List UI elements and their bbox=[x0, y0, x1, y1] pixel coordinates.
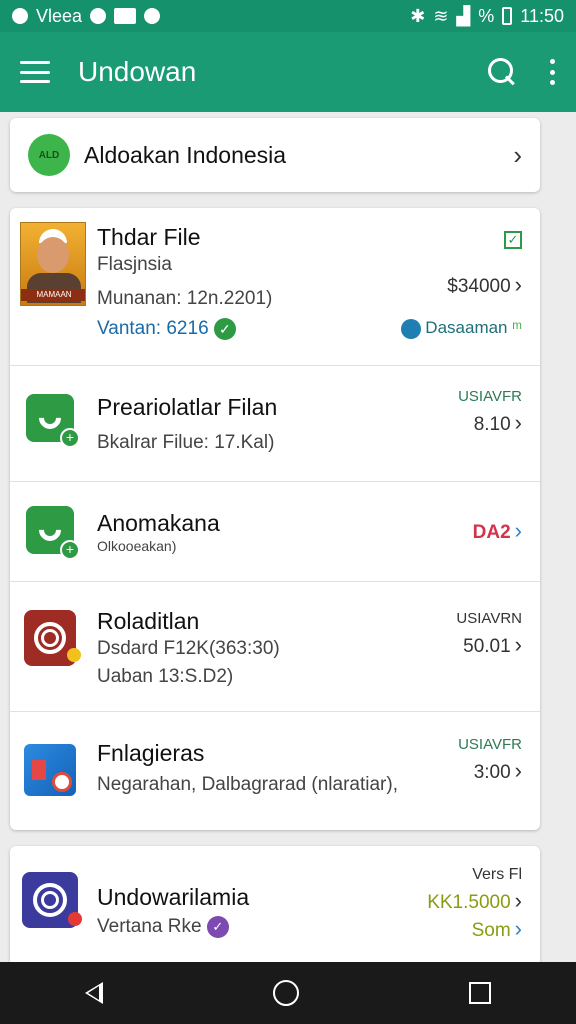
chevron-right-icon: › bbox=[514, 272, 522, 297]
chevron-right-icon: › bbox=[514, 916, 522, 941]
item-price: 3:00 › bbox=[474, 758, 522, 784]
item-title: Fnlagieras bbox=[97, 740, 205, 766]
item-subtitle: Vertana Rke ✓ bbox=[97, 916, 229, 938]
item-price: DA2 › bbox=[473, 518, 522, 544]
item-tag: Dasaaman ᵐ bbox=[400, 318, 522, 339]
camera-app-icon bbox=[24, 610, 81, 666]
item-price-label: USIAVRN bbox=[456, 610, 522, 627]
item-price-text: 3:00 bbox=[473, 762, 511, 783]
media-app-icon bbox=[24, 744, 76, 796]
list-item[interactable]: + Preariolatlar Filan Bkalrar Filue: 17.… bbox=[10, 366, 540, 482]
item-subtitle: Flasjnsia bbox=[97, 254, 172, 275]
navigation-bar bbox=[0, 962, 576, 1024]
tag-icon bbox=[400, 318, 421, 339]
item-tag: Som › bbox=[472, 916, 522, 942]
wifi-icon: ≋ bbox=[433, 5, 449, 26]
phone-app-icon: + bbox=[26, 394, 80, 448]
item-version: Vantan: 6216 ✓ bbox=[97, 318, 236, 340]
item-price-label: USIAVFR bbox=[458, 736, 522, 753]
item-title: Thdar File bbox=[97, 224, 201, 250]
item-title: Roladitlan bbox=[97, 608, 200, 634]
item-subtitle: Bkalrar Filue: 17.Kal) bbox=[97, 432, 275, 453]
item-price: KK1.5000 › bbox=[427, 888, 522, 914]
verified-icon: ✓ bbox=[206, 916, 229, 938]
list-item[interactable]: MAMAAN Thdar File Flasjnsia Munanan: 12n… bbox=[10, 208, 540, 366]
item-version-text: Vantan: 6216 bbox=[97, 318, 209, 340]
notification-icon bbox=[12, 8, 28, 24]
chevron-right-icon: › bbox=[514, 410, 522, 435]
item-title: Undowarilamia bbox=[97, 884, 250, 910]
item-subtitle: Olkooeakan) bbox=[97, 538, 177, 554]
item-meta: Uaban 13:S.D2) bbox=[97, 666, 234, 687]
menu-icon[interactable] bbox=[20, 61, 50, 83]
messenger-icon bbox=[144, 8, 161, 24]
home-icon[interactable] bbox=[273, 980, 299, 1006]
list-item[interactable]: Fnlagieras Negarahan, Dalbagrarad (nlara… bbox=[10, 712, 540, 830]
item-title: Anomakana bbox=[97, 510, 220, 536]
chevron-right-icon: › bbox=[514, 888, 522, 913]
image-notification-icon bbox=[114, 8, 137, 24]
chevron-right-icon: › bbox=[514, 518, 522, 543]
item-price-text: 50.01 bbox=[463, 636, 511, 657]
item-meta: Munanan: 12n.2201) bbox=[97, 288, 273, 309]
item-price: 50.01 › bbox=[463, 632, 522, 658]
chevron-right-icon: › bbox=[514, 632, 522, 657]
checkbox-icon[interactable]: ✓ bbox=[504, 231, 522, 249]
item-price-text: $34000 bbox=[447, 276, 511, 297]
sync-icon bbox=[90, 8, 107, 24]
recent-apps-icon[interactable] bbox=[469, 982, 491, 1004]
phone-app-icon: + bbox=[26, 506, 80, 560]
search-icon[interactable] bbox=[486, 56, 518, 88]
more-vert-icon[interactable] bbox=[548, 59, 556, 85]
bluetooth-icon: ✱ bbox=[410, 5, 426, 26]
item-price-text: 8.10 bbox=[473, 414, 511, 435]
avatar-thumbnail: MAMAAN bbox=[20, 222, 86, 306]
chevron-right-icon: › bbox=[513, 139, 522, 170]
chevron-right-icon: › bbox=[514, 758, 522, 783]
app-bar: Undowan bbox=[0, 32, 576, 112]
app-list: MAMAAN Thdar File Flasjnsia Munanan: 12n… bbox=[10, 208, 540, 830]
signal-icon: ▟ bbox=[456, 5, 471, 26]
category-header-card[interactable]: ALD Aldoakan Indonesia › bbox=[10, 118, 540, 192]
list-item[interactable]: + Anomakana Olkooeakan) DA2 › bbox=[10, 482, 540, 582]
checkbox-wrap[interactable]: ✓ bbox=[504, 228, 522, 250]
thumbnail-label: MAMAAN bbox=[21, 289, 85, 301]
battery-percent: % bbox=[478, 5, 495, 26]
item-price: $34000 › bbox=[447, 272, 522, 298]
item-tag-text: Som bbox=[471, 920, 511, 941]
item-subtitle-text: Vertana Rke bbox=[97, 916, 202, 938]
camera-app-icon bbox=[22, 872, 82, 928]
clock: 11:50 bbox=[520, 5, 564, 26]
carrier-label: Vleea bbox=[36, 5, 83, 26]
item-price-label: USIAVFR bbox=[458, 388, 522, 405]
item-title: Preariolatlar Filan bbox=[97, 394, 278, 420]
app-title: Undowan bbox=[78, 56, 197, 87]
status-bar: Vleea ✱ ≋ ▟ % 11:50 bbox=[0, 0, 576, 32]
tag-suffix-icon: ᵐ bbox=[512, 318, 522, 337]
verified-icon: ✓ bbox=[213, 318, 236, 340]
featured-item-card[interactable]: Undowarilamia Vertana Rke ✓ Vers Fl KK1.… bbox=[10, 846, 540, 966]
battery-icon bbox=[502, 7, 513, 25]
item-price-label: Vers Fl bbox=[472, 866, 522, 883]
item-subtitle: Negarahan, Dalbagrarad (nlaratiar), bbox=[97, 774, 398, 795]
category-title: Aldoakan Indonesia bbox=[84, 141, 287, 168]
item-price-text: DA2 bbox=[472, 522, 511, 543]
back-icon[interactable] bbox=[85, 982, 103, 1004]
item-price-text: KK1.5000 bbox=[427, 892, 511, 913]
item-tag-text: Dasaaman bbox=[425, 318, 508, 337]
list-item[interactable]: Roladitlan Dsdard F12K(363:30) Uaban 13:… bbox=[10, 582, 540, 712]
item-price: 8.10 › bbox=[474, 410, 522, 436]
category-logo: ALD bbox=[28, 134, 70, 176]
item-subtitle: Dsdard F12K(363:30) bbox=[97, 638, 280, 659]
